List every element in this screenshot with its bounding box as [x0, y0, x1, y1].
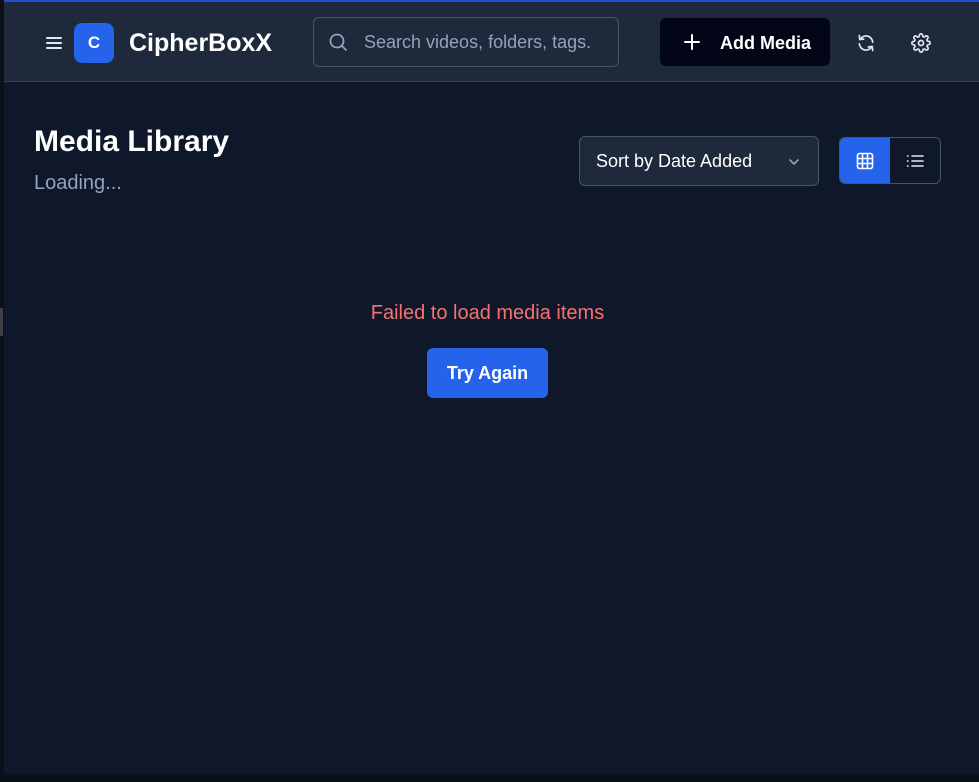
grid-view-button[interactable]: [840, 138, 890, 183]
settings-button[interactable]: [909, 31, 933, 55]
try-again-button[interactable]: Try Again: [427, 348, 548, 398]
page-title: Media Library: [34, 125, 230, 158]
refresh-button[interactable]: [854, 31, 878, 55]
menu-button[interactable]: [42, 31, 66, 55]
view-mode-toggle: [839, 137, 941, 184]
hamburger-menu-icon: [46, 37, 62, 49]
add-media-button[interactable]: Add Media: [660, 18, 830, 66]
chevron-down-icon: [789, 159, 799, 165]
window-resize-handle[interactable]: [0, 308, 3, 336]
app-title: CipherBoxX: [129, 29, 273, 57]
plus-icon: [684, 34, 700, 50]
list-view-button[interactable]: [890, 138, 940, 183]
search-input[interactable]: [364, 18, 614, 66]
search-icon: [329, 33, 347, 51]
app-window: C CipherBoxX Add Media: [4, 0, 979, 774]
page-subtitle: Loading...: [34, 172, 122, 194]
search-box: [313, 17, 619, 67]
refresh-icon: [858, 34, 874, 52]
sort-dropdown[interactable]: Sort by Date Added: [579, 136, 819, 186]
list-icon: [906, 154, 924, 167]
grid-icon: [856, 152, 874, 169]
logo-letter: C: [87, 33, 101, 52]
app-logo[interactable]: C: [74, 23, 114, 63]
top-navigation-bar: C CipherBoxX Add Media: [4, 2, 979, 82]
error-message: Failed to load media items: [370, 302, 605, 324]
gear-icon: [911, 33, 931, 53]
add-media-label: Add Media: [720, 33, 812, 53]
sort-selected-value: Sort by Date Added: [596, 151, 753, 171]
